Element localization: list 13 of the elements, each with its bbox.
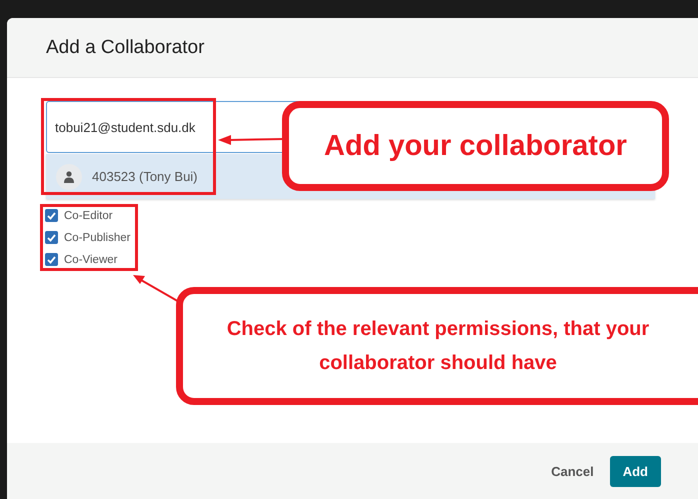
checkbox-label: Co-Publisher bbox=[64, 232, 130, 244]
arrow-icon bbox=[218, 134, 284, 146]
annotation-tooltip: Add your collaborator bbox=[282, 101, 669, 191]
checkbox[interactable] bbox=[45, 253, 58, 266]
checkbox-label: Co-Viewer bbox=[64, 254, 118, 266]
checkbox[interactable] bbox=[45, 209, 58, 222]
checkbox-label: Co-Editor bbox=[64, 210, 113, 222]
annotation-tooltip: Check of the relevant permissions, that your collaborator should have bbox=[176, 287, 698, 405]
checkbox[interactable] bbox=[45, 231, 58, 244]
cancel-button[interactable]: Cancel bbox=[549, 456, 596, 486]
user-icon bbox=[56, 164, 82, 190]
add-button[interactable]: Add bbox=[610, 456, 661, 486]
dialog-title: Add a Collaborator bbox=[46, 36, 204, 58]
